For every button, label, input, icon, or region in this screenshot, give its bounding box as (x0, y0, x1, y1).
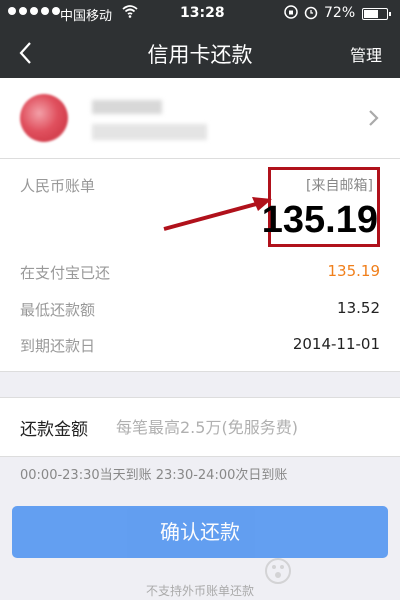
bill-summary: 人民币账单 [来自邮箱] 135.19 在支付宝已还 135.19 最低还款额 … (0, 159, 400, 372)
annotation-arrow (163, 197, 272, 231)
minimum-payment-label: 最低还款额 (20, 301, 96, 319)
carrier-name: 中国移动 (60, 9, 113, 24)
baidu-watermark-logo (260, 553, 380, 593)
repaid-value: 135.19 (327, 262, 381, 280)
rmb-bill-label: 人民币账单 (20, 177, 96, 195)
bill-source: [来自邮箱] (306, 178, 373, 194)
blurred-card-number (92, 124, 207, 140)
battery-icon (362, 8, 391, 20)
repaid-label: 在支付宝已还 (20, 264, 111, 282)
back-button[interactable] (12, 38, 42, 68)
page-title: 信用卡还款 (147, 43, 253, 67)
confirm-repayment-button[interactable]: 确认还款 (12, 506, 388, 558)
battery-percentage: 72% (324, 5, 356, 21)
rotation-lock-icon (284, 5, 298, 19)
minimum-payment-value: 13.52 (337, 299, 380, 317)
bill-total-amount: 135.19 (261, 199, 378, 241)
navigation-bar: 信用卡还款 管理 (0, 28, 400, 78)
bank-logo-avatar (20, 94, 68, 142)
repay-amount-input[interactable] (114, 408, 388, 446)
manage-button[interactable]: 管理 (350, 42, 382, 66)
blurred-account-name (92, 100, 162, 114)
due-date-label: 到期还款日 (20, 337, 96, 355)
credit-card-account[interactable] (0, 78, 400, 159)
chevron-right-icon (369, 110, 379, 126)
due-date-value: 2014-11-01 (292, 335, 380, 353)
due-date-row: 到期还款日 2014-11-01 (20, 335, 380, 356)
repaid-row: 在支付宝已还 135.19 (20, 262, 380, 283)
repay-amount-row: 还款金额 (0, 397, 400, 457)
status-bar: 中国移动 13:28 72% (0, 0, 400, 28)
minimum-payment-row: 最低还款额 13.52 (20, 299, 380, 320)
arrival-time-hint: 00:00-23:30当天到账 23:30-24:00次日到账 (20, 468, 288, 483)
wifi-icon (122, 4, 138, 22)
alarm-icon (304, 6, 318, 20)
chevron-left-icon (19, 42, 31, 64)
signal-strength-icon (8, 7, 60, 15)
clock: 13:28 (180, 5, 225, 21)
repay-amount-label: 还款金额 (20, 420, 88, 440)
